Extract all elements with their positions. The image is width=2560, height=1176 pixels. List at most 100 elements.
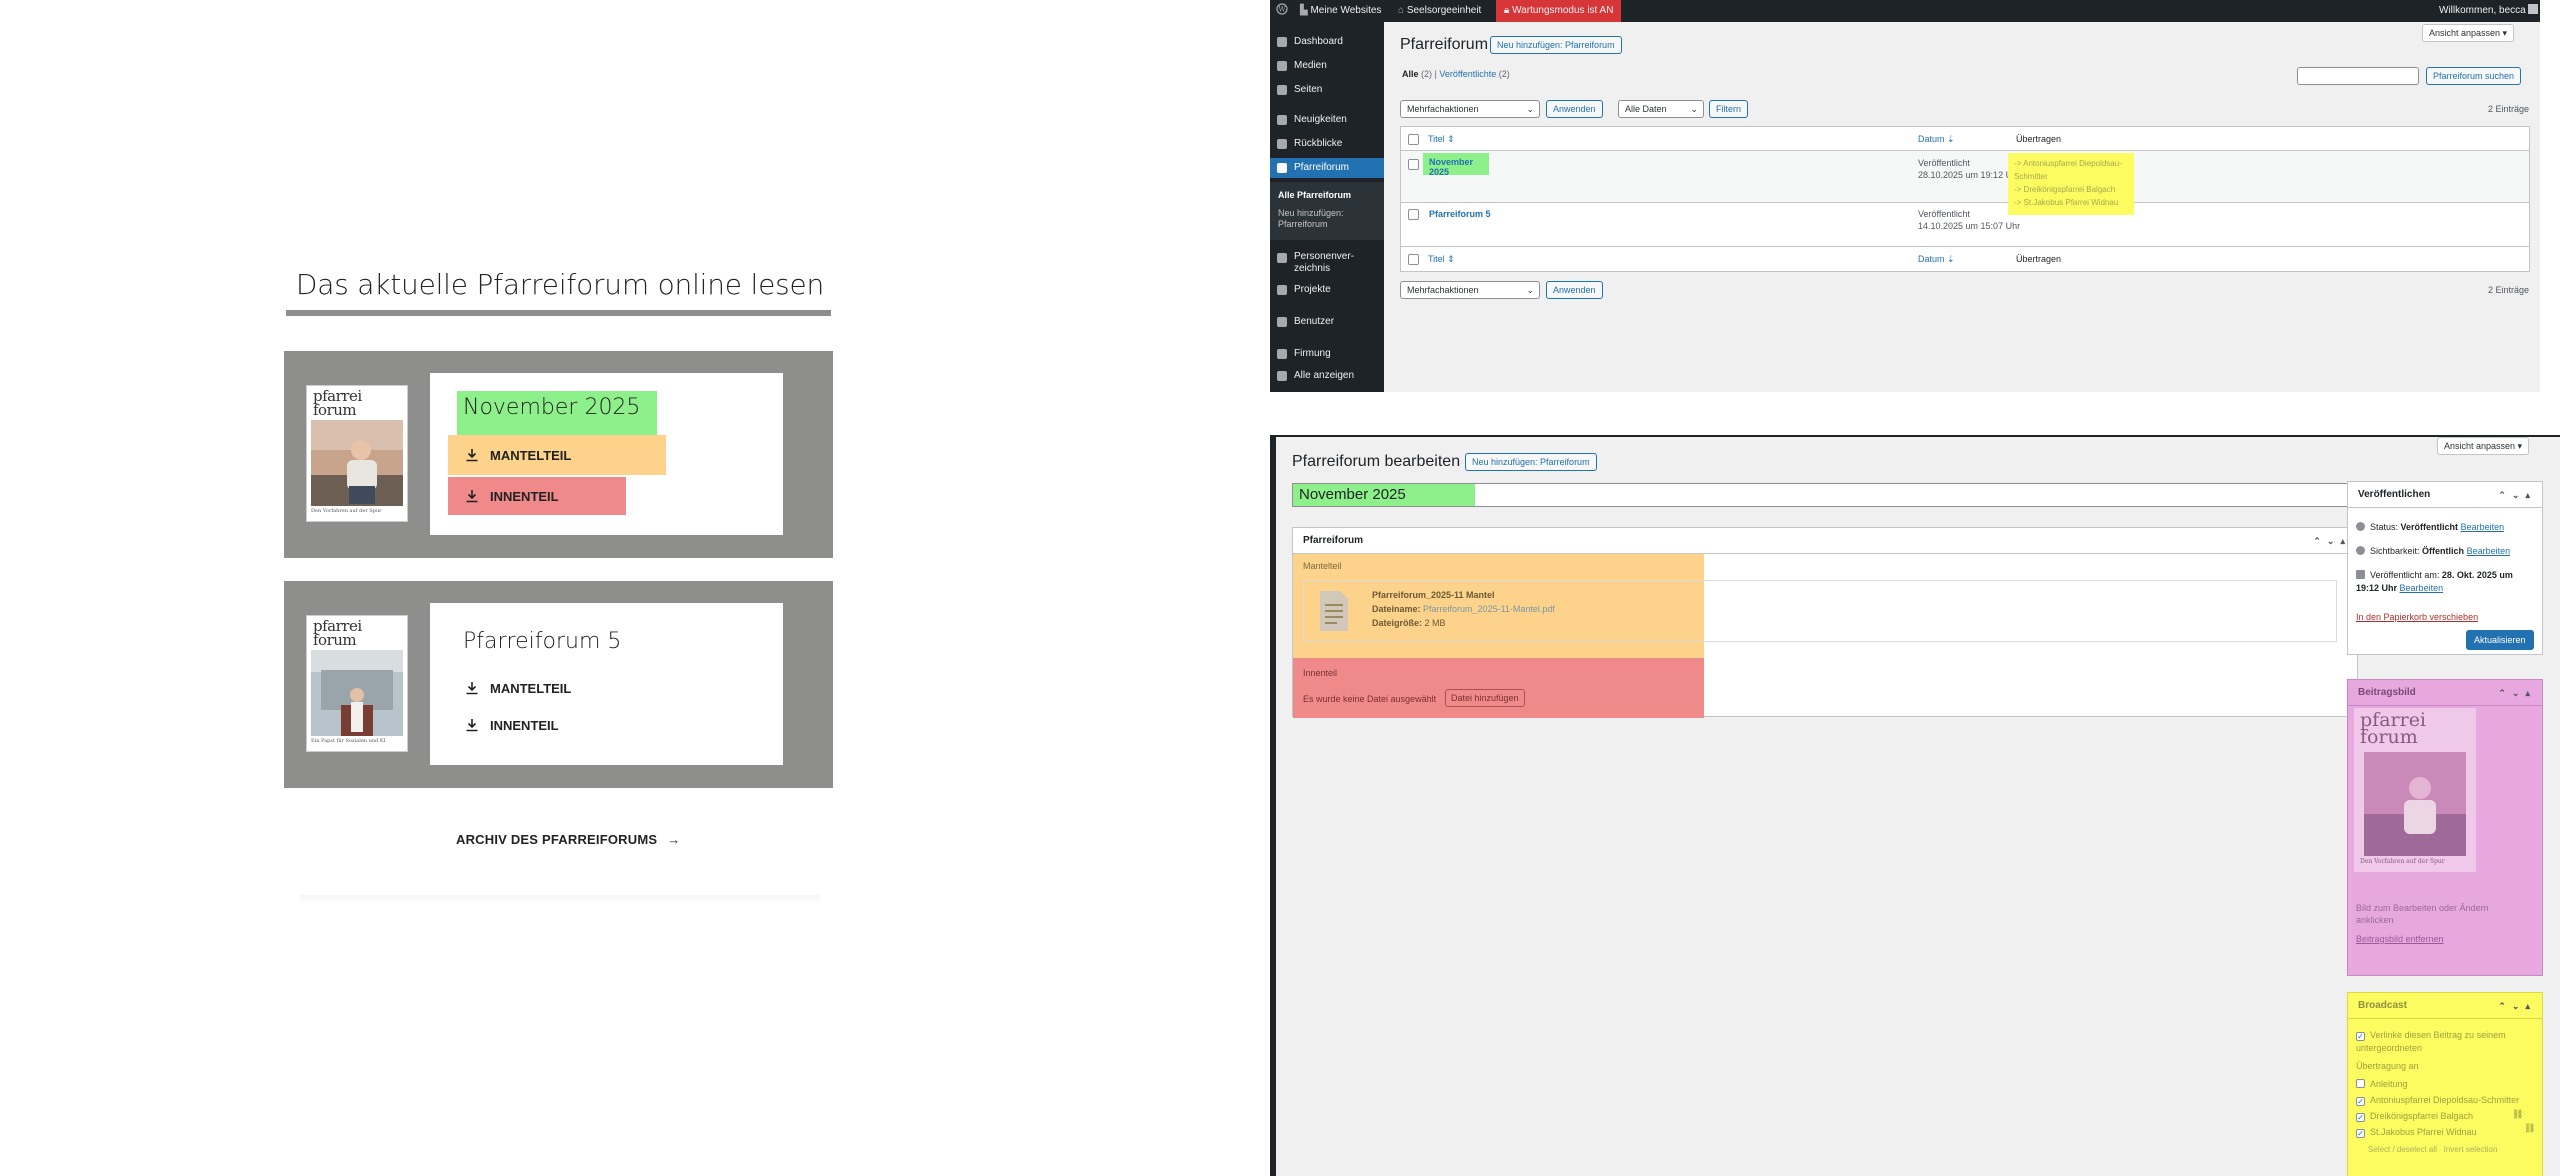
link-option[interactable]: ✓ Verlinke diesen Beitrag zu seinem unter… [2356,1029,2536,1055]
screen-options-button[interactable]: Ansicht anpassen ▾ [2422,24,2515,42]
broadcast-target-option[interactable]: ✓ St.Jakobus Pfarrei Widnau [2356,1127,2477,1138]
remove-featured-image-link[interactable]: Beitragsbild entfernen [2356,934,2444,944]
update-button[interactable]: Aktualisieren [2466,630,2534,650]
issue-cover-image[interactable]: pfarrei forum Ein Papst für Sozialen und … [306,615,408,752]
broadcast-target[interactable]: -> Dreikönigspfarrei Balgach [2014,183,2128,196]
broadcast-target-option[interactable]: ✓ Dreikönigspfarrei Balgach [2356,1111,2473,1122]
broadcast-target-option[interactable]: ✓ Antoniuspfarrei Diepoldsau-Schmitter [2356,1095,2519,1106]
checkbox[interactable]: ✓ [2356,1032,2365,1041]
issue-card: pfarrei forum Den Vorfahren auf der Spur … [284,351,833,558]
select-deselect-all-link[interactable]: Select / deselect all [2368,1145,2437,1154]
post-title-input[interactable]: November 2025 [1292,483,2358,507]
post-title-link[interactable]: November 2025 [1423,153,1489,177]
file-item[interactable]: Pfarreiforum_2025-11 Mantel Dateiname: P… [1303,580,2337,642]
menu-pfarreiforum[interactable]: Pfarreiforum [1270,158,1384,178]
menu-confirmation[interactable]: Firmung [1270,344,1384,364]
download-mantelteil-link[interactable]: MANTELTEIL [448,435,666,475]
broadcast-target-option[interactable]: Anleitung [2356,1079,2408,1089]
download-mantelteil-link[interactable]: MANTELTEIL [448,668,587,708]
filter-published[interactable]: Veröffentlichte [1439,69,1496,79]
select-all-checkbox[interactable] [1408,134,1419,145]
row-checkbox[interactable] [1408,159,1419,170]
download-innenteil-link[interactable]: INNENTEIL [448,477,626,515]
menu-pages[interactable]: Seiten [1270,80,1384,100]
pin-icon [1277,139,1287,149]
metabox-controls-icon[interactable]: ⌃⌄▴ [2313,528,2351,554]
menu-people[interactable]: Personenver- zeichnis [1270,248,1384,276]
link-icon[interactable]: ⛓ [2524,1123,2535,1134]
menu-media[interactable]: Medien [1270,56,1384,76]
cover-tagline: Den Vorfahren auf der Spur [2360,858,2445,865]
filter-all[interactable]: Alle [1402,69,1419,79]
menu-dashboard[interactable]: Dashboard [1270,32,1384,52]
menu-show-all[interactable]: Alle anzeigen [1270,366,1384,386]
broadcast-target[interactable]: -> Antoniuspfarrei Diepoldsau-Schmitter [2014,157,2128,183]
search-button[interactable]: Pfarreiforum suchen [2426,67,2522,85]
checkbox[interactable] [2356,1079,2365,1088]
issue-card: pfarrei forum Ein Papst für Sozialen und … [284,581,833,788]
archive-link[interactable]: ARCHIV DES PFARREIFORUMS → [456,832,680,847]
metabox-controls-icon[interactable]: ⌃⌄▴ [2498,993,2536,1019]
pin-icon [1277,285,1287,295]
chevron-icon [1277,371,1287,381]
search-input[interactable] [2297,67,2419,85]
featured-image[interactable]: pfarrei forum Den Vorfahren auf der Spur [2354,708,2476,872]
edit-date-link[interactable]: Bearbeiten [2400,583,2444,593]
file-name: Dateiname: Pfarreiforum_2025-11-Mantel.p… [1372,604,1555,614]
metabox-controls-icon[interactable]: ⌃⌄▴ [2498,482,2536,508]
menu-users[interactable]: Benutzer [1270,312,1384,332]
column-date[interactable]: Datum ⇣ [1918,134,1955,145]
menu-news[interactable]: Neuigkeiten [1270,110,1384,130]
post-status: Veröffentlicht [1918,209,1970,219]
post-status: Veröffentlicht [1918,158,1970,168]
pin-icon [2356,522,2365,531]
link-icon[interactable]: ⛓ [2512,1109,2523,1120]
my-sites-link[interactable]: ▙ Meine Websites [1300,0,1381,22]
edit-status-link[interactable]: Bearbeiten [2461,522,2505,532]
checkbox[interactable]: ✓ [2356,1097,2365,1106]
checkbox[interactable]: ✓ [2356,1113,2365,1122]
users-icon [1277,253,1287,263]
site-name-link[interactable]: ⌂ Seelsorgeeinheit [1398,0,1481,22]
date-filter-select[interactable]: Alle Daten ⌄ [1618,100,1704,118]
broadcast-to-label: Übertragung an [2356,1061,2419,1071]
checkbox[interactable]: ✓ [2356,1129,2365,1138]
wordpress-icon[interactable]: W [1276,0,1288,22]
menu-reviews[interactable]: Rückblicke [1270,134,1384,154]
submenu-all[interactable]: Alle Pfarreiforum [1278,190,1351,201]
download-icon [466,490,478,503]
trash-link[interactable]: In den Papierkorb verschieben [2356,612,2478,622]
metabox-controls-icon[interactable]: ⌃⌄▴ [2498,680,2536,706]
greeting[interactable]: Willkommen, becca [2439,0,2539,22]
apply-button[interactable]: Anwenden [1546,100,1603,118]
maintenance-badge[interactable]: 🔒︎ Wartungsmodus ist AN [1496,0,1622,22]
bulk-action-select[interactable]: Mehrfachaktionen ⌄ [1400,100,1540,118]
add-new-button[interactable]: Neu hinzufügen: Pfarreiforum [1490,36,1622,54]
menu-projects[interactable]: Projekte [1270,280,1384,300]
calendar-icon [2356,570,2365,579]
add-new-button[interactable]: Neu hinzufügen: Pfarreiforum [1465,453,1597,471]
file-size: Dateigröße: 2 MB [1372,618,1446,628]
apply-button[interactable]: Anwenden [1546,281,1603,299]
cover-tagline: Ein Papst für Sozialen und KI [311,738,386,744]
invert-selection-link[interactable]: Invert selection [2444,1145,2498,1154]
admin-bar: W ▙ Meine Websites ⌂ Seelsorgeeinheit 🔒︎… [1270,0,2540,22]
column-title[interactable]: Titel ⇕ [1428,134,1455,145]
bulk-action-select[interactable]: Mehrfachaktionen ⌄ [1400,281,1540,299]
featured-image-title: Beitragsbild ⌃⌄▴ [2348,680,2542,706]
add-file-button[interactable]: Datei hinzufügen [1445,689,1525,707]
column-title[interactable]: Titel ⇕ [1428,254,1455,265]
file-title: Pfarreiforum_2025-11 Mantel [1372,590,1495,600]
submenu-add-new[interactable]: Neu hinzufügen: Pfarreiforum [1278,208,1344,230]
status-line: Status: Veröffentlicht Bearbeiten [2356,522,2504,532]
column-date[interactable]: Datum ⇣ [1918,254,1955,265]
post-title-link[interactable]: Pfarreiforum 5 [1429,209,1491,219]
row-checkbox[interactable] [1408,209,1419,220]
edit-visibility-link[interactable]: Bearbeiten [2467,546,2511,556]
section-title: Das aktuelle Pfarreiforum online lesen [295,268,825,301]
select-all-checkbox[interactable] [1408,254,1419,265]
download-innenteil-link[interactable]: INNENTEIL [448,705,575,745]
filter-button[interactable]: Filtern [1709,100,1749,118]
screen-options-button[interactable]: Ansicht anpassen ▾ [2437,437,2530,455]
issue-cover-image[interactable]: pfarrei forum Den Vorfahren auf der Spur [306,385,408,522]
